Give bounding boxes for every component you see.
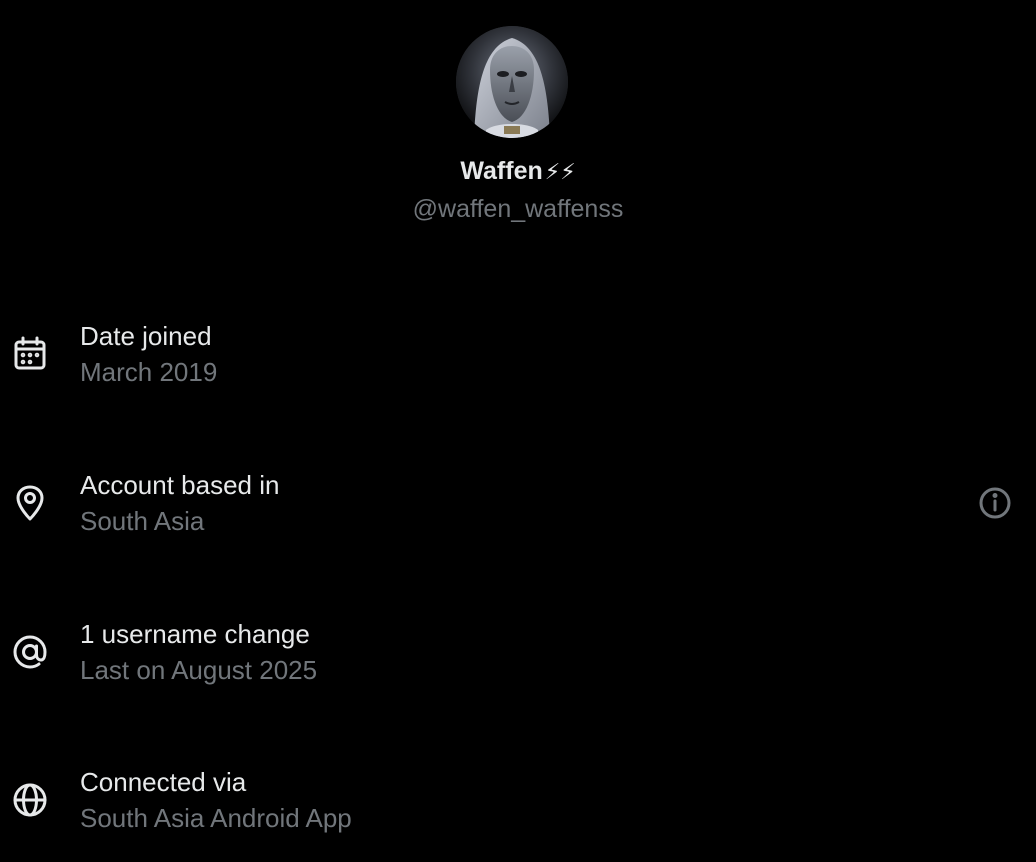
profile-avatar[interactable] (456, 26, 568, 138)
profile-handle: @waffen_waffenss (412, 195, 624, 223)
info-icon[interactable] (975, 483, 1015, 523)
globe-icon (10, 780, 50, 820)
detail-title: 1 username change (80, 619, 310, 649)
detail-title: Date joined (80, 321, 212, 351)
detail-title: Connected via (80, 767, 247, 797)
detail-row-date-joined: Date joined March 2019 (0, 320, 1036, 400)
at-sign-icon (10, 632, 50, 672)
detail-value: March 2019 (80, 357, 218, 387)
location-pin-icon (10, 483, 50, 523)
detail-row-account-based-in: Account based in South Asia (0, 469, 1036, 549)
detail-row-username-change: 1 username change Last on August 2025 (0, 618, 1036, 698)
detail-title: Account based in (80, 470, 280, 500)
detail-value: South Asia (80, 506, 205, 536)
masked-figure-avatar (456, 26, 568, 138)
display-name-text: Waffen (460, 157, 543, 185)
calendar-icon (10, 334, 50, 374)
detail-value: Last on August 2025 (80, 655, 318, 685)
detail-value: South Asia Android App (80, 803, 352, 833)
profile-display-name: Waffen⚡⚡ (0, 156, 1036, 187)
lightning-bolts-icon: ⚡⚡ (544, 159, 576, 184)
detail-row-connected-via: Connected via South Asia Android App (0, 766, 1036, 846)
